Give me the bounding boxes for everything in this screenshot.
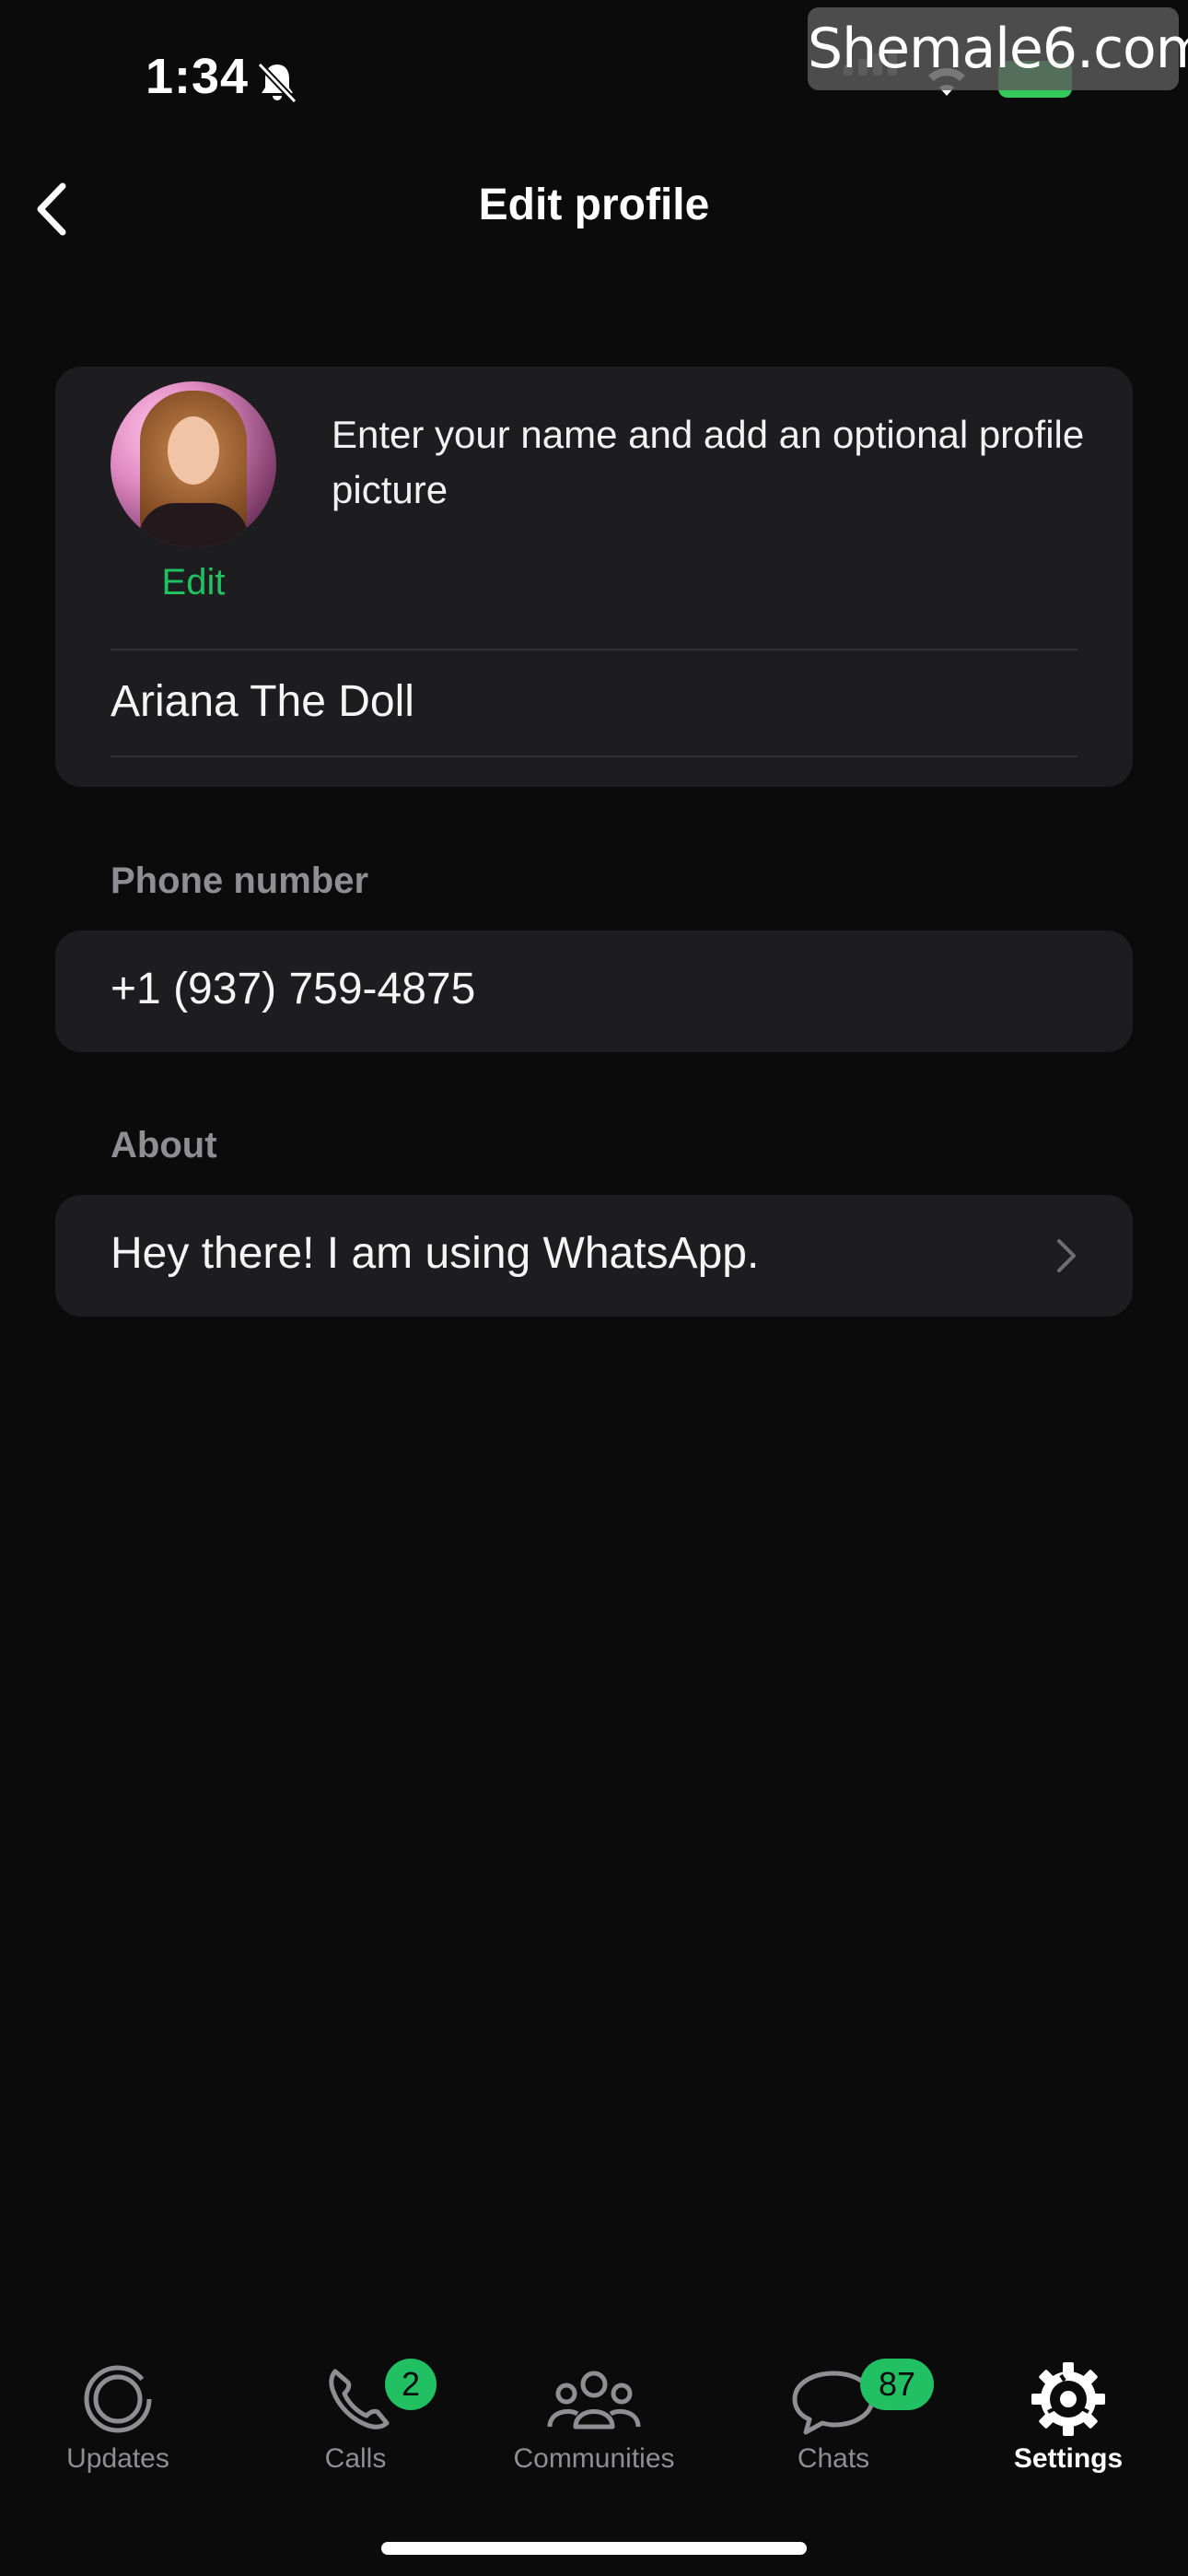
name-field[interactable]: Ariana The Doll (111, 676, 414, 727)
tab-updates[interactable]: Updates (28, 2355, 208, 2475)
tab-settings[interactable]: Settings (995, 2355, 1142, 2475)
tab-label: Settings (1013, 2443, 1124, 2474)
profile-card: Edit Enter your name and add an optional… (55, 367, 1133, 787)
tab-label: Chats (797, 2443, 870, 2474)
about-value: Hey there! I am using WhatsApp. (111, 1229, 760, 1278)
avatar[interactable] (111, 381, 276, 547)
about-label: About (111, 1125, 217, 1165)
tab-label: Communities (513, 2443, 675, 2474)
tab-communities[interactable]: Communities (497, 2355, 691, 2475)
updates-icon (84, 2365, 152, 2433)
home-indicator (381, 2542, 807, 2555)
about-row[interactable]: Hey there! I am using WhatsApp. (55, 1195, 1133, 1317)
tab-label: Calls (324, 2443, 387, 2474)
bell-muted-icon (257, 62, 297, 104)
phone-icon (329, 2369, 390, 2430)
divider (111, 649, 1077, 650)
phone-number-card: +1 (937) 759-4875 (55, 931, 1133, 1052)
phone-number-value: +1 (937) 759-4875 (111, 965, 476, 1013)
status-time: 1:34 (146, 49, 250, 104)
chats-badge: 87 (860, 2359, 934, 2410)
divider (111, 755, 1077, 757)
chevron-right-icon (1057, 1239, 1076, 1272)
calls-badge: 2 (385, 2359, 437, 2410)
communities-icon (547, 2371, 641, 2430)
phone-number-label: Phone number (111, 861, 369, 901)
tab-label: Updates (66, 2443, 169, 2474)
edit-profile-screen: 1:34 Shemale6.com Edit profile Edit Ente… (0, 0, 1188, 2576)
gear-icon (1031, 2362, 1105, 2436)
profile-hint-text: Enter your name and add an optional prof… (332, 413, 1085, 511)
page-title: Edit profile (478, 181, 710, 229)
watermark: Shemale6.com (808, 7, 1188, 90)
edit-photo-button[interactable]: Edit (111, 562, 276, 603)
